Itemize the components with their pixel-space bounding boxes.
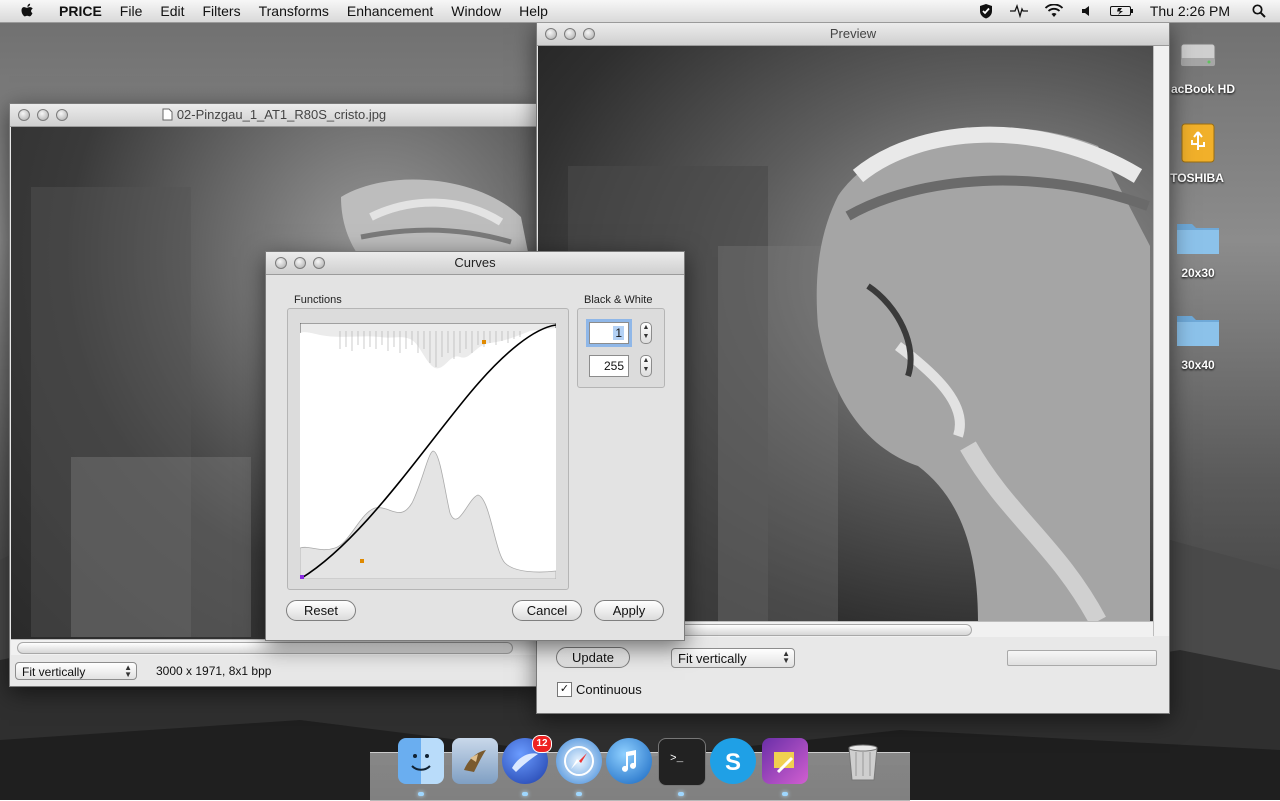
lock-icon[interactable] [970, 3, 1002, 19]
curves-dialog-titlebar[interactable]: Curves [266, 252, 684, 275]
progress-bar [1007, 650, 1157, 666]
functions-group [287, 308, 569, 590]
black-white-group: 1 ▲ ▼ 255 ▲ ▼ [577, 308, 665, 388]
menu-transforms[interactable]: Transforms [250, 0, 338, 22]
cancel-button[interactable]: Cancel [512, 600, 582, 621]
image-info: 3000 x 1971, 8x1 bpp [156, 664, 272, 678]
spotlight-icon[interactable] [1244, 4, 1280, 18]
select-arrows-icon: ▲ ▼ [124, 663, 132, 679]
preview-window-title: Preview [829, 26, 877, 41]
black-point-field[interactable]: 1 [589, 322, 629, 344]
battery-icon[interactable] [1102, 5, 1142, 17]
image-window-titlebar[interactable]: 02-Pinzgau_1_AT1_R80S_cristo.jpg [10, 104, 538, 127]
wifi-icon[interactable] [1036, 4, 1072, 18]
checkbox-check-icon: ✓ [557, 682, 572, 697]
volume-icon[interactable] [1072, 4, 1102, 18]
image-window-title: 02-Pinzgau_1_AT1_R80S_cristo.jpg [10, 104, 538, 126]
trash-icon[interactable] [840, 738, 886, 784]
svg-text:>_: >_ [670, 753, 684, 765]
dock-running-indicator [678, 792, 684, 796]
dock-running-indicator [522, 792, 528, 796]
activity-icon[interactable] [1002, 4, 1036, 18]
curve-control-point-high[interactable] [482, 340, 486, 344]
folder-icon [1177, 224, 1219, 254]
image-window-title-text: 02-Pinzgau_1_AT1_R80S_cristo.jpg [176, 107, 387, 122]
desktop-item-label: acBook HD [1170, 82, 1235, 96]
menu-file[interactable]: File [111, 0, 152, 22]
black-point-stepper[interactable]: ▲ ▼ [640, 322, 652, 344]
dock-running-indicator [782, 792, 788, 796]
menu-window[interactable]: Window [442, 0, 510, 22]
zoom-select[interactable]: Fit vertically ▲ ▼ [15, 662, 137, 680]
document-icon [162, 108, 173, 121]
reset-button[interactable]: Reset [286, 600, 356, 621]
curve-control-point-low[interactable] [360, 559, 364, 563]
dock-running-indicator [576, 792, 582, 796]
apple-menu-icon[interactable] [20, 3, 36, 19]
black-point-value: 1 [613, 326, 624, 340]
apply-button[interactable]: Apply [594, 600, 664, 621]
menu-bar: PRICE File Edit Filters Transforms Enhan… [0, 0, 1280, 23]
white-point-field[interactable]: 255 [589, 355, 629, 377]
folder-icon [1177, 316, 1219, 346]
curve-point-black[interactable] [300, 575, 304, 579]
usb-drive-icon [1181, 123, 1215, 163]
menu-enhancement[interactable]: Enhancement [338, 0, 442, 22]
functions-label: Functions [294, 294, 342, 306]
preview-zoom-select[interactable]: Fit vertically ▲ ▼ [671, 648, 795, 668]
mail-icon[interactable] [452, 738, 498, 784]
horizontal-scrollbar[interactable] [11, 639, 537, 655]
itunes-icon[interactable] [606, 738, 652, 784]
preview-vertical-scrollbar[interactable] [1153, 46, 1169, 636]
hard-drive-icon [1180, 43, 1216, 67]
black-white-label: Black & White [584, 294, 653, 306]
svg-text:S: S [725, 749, 741, 776]
curves-dialog: Curves Functions Black & White 1 ▲ ▼ 255 … [265, 251, 685, 641]
menu-clock[interactable]: Thu 2:26 PM [1142, 3, 1244, 19]
white-point-stepper[interactable]: ▲ ▼ [640, 355, 652, 377]
finder-icon[interactable] [398, 738, 444, 784]
skype-icon[interactable]: S [710, 738, 756, 784]
mail-badge: 12 [532, 735, 552, 753]
update-button[interactable]: Update [556, 647, 630, 668]
menu-help[interactable]: Help [510, 0, 557, 22]
preview-zoom-select-value: Fit vertically [678, 651, 747, 666]
select-arrows-icon: ▲ ▼ [782, 649, 790, 665]
zoom-select-value: Fit vertically [22, 665, 86, 679]
preview-window-titlebar[interactable]: Preview [537, 23, 1169, 46]
continuous-label: Continuous [576, 682, 642, 697]
curves-dialog-title: Curves [454, 255, 496, 270]
price-icon[interactable] [762, 738, 808, 784]
continuous-checkbox[interactable]: ✓ Continuous [557, 682, 642, 697]
menu-filters[interactable]: Filters [193, 0, 249, 22]
dock-running-indicator [418, 792, 424, 796]
scroll-thumb[interactable] [17, 642, 513, 654]
menu-edit[interactable]: Edit [151, 0, 193, 22]
curves-graph[interactable] [300, 323, 556, 579]
safari-icon[interactable] [556, 738, 602, 784]
menu-app-name[interactable]: PRICE [50, 0, 111, 22]
terminal-icon[interactable]: >_ [658, 738, 706, 786]
